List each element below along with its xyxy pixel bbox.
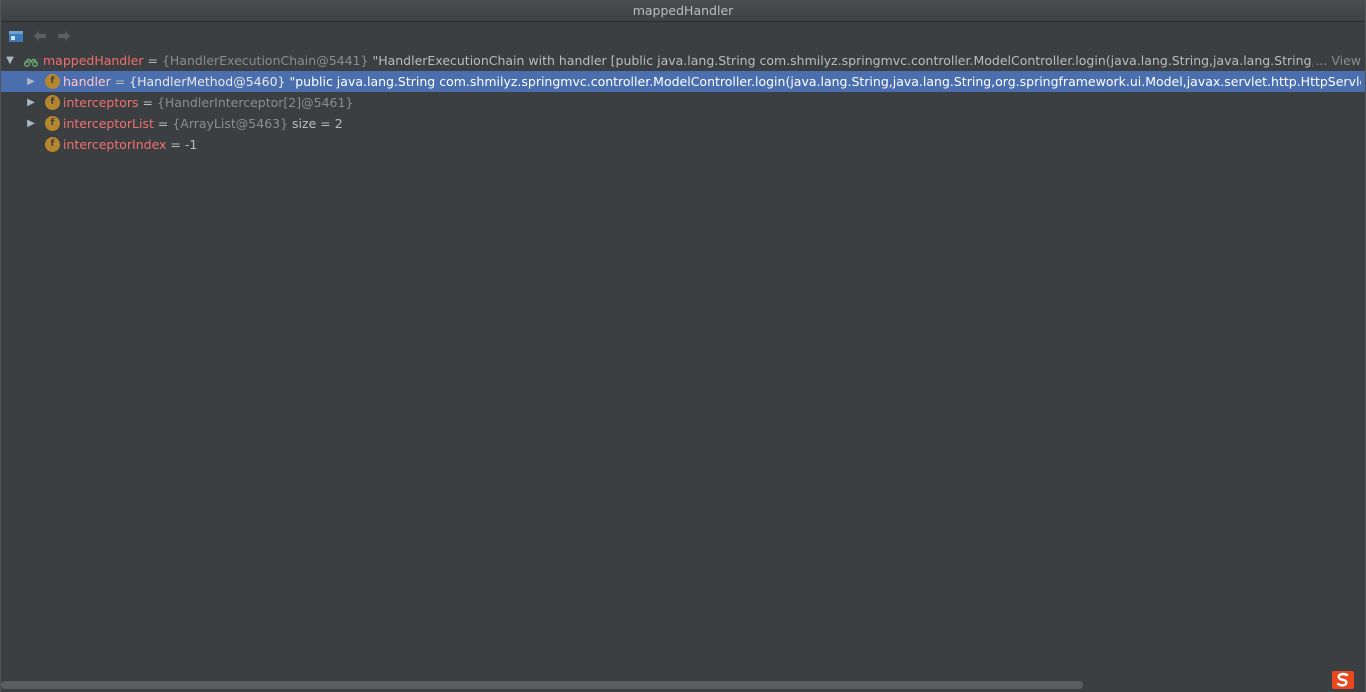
sogou-ime-logo-icon[interactable] (1331, 669, 1355, 691)
tree-row-content: interceptorIndex = -1 (63, 137, 198, 152)
arrow-right-icon[interactable] (55, 27, 73, 45)
variable-name: interceptors (63, 95, 139, 110)
tree-row-handler[interactable]: ▶ f handler = {HandlerMethod@5460} "publ… (1, 71, 1365, 92)
tree-row-content: interceptors = {HandlerInterceptor[2]@54… (63, 95, 354, 110)
debugger-window: mappedHandler ▼ mappedHandler = {Handler… (0, 0, 1366, 692)
variable-name: interceptorIndex (63, 137, 167, 152)
object-reference: {HandlerInterceptor[2]@5461} (156, 95, 354, 110)
tree-row-content: handler = {HandlerMethod@5460} "public j… (63, 71, 1361, 92)
object-reference: {HandlerExecutionChain@5441} (161, 53, 369, 68)
object-reference: {ArrayList@5463} (172, 116, 289, 131)
tree-row-content: mappedHandler = {HandlerExecutionChain@5… (43, 50, 1361, 71)
layout-icon[interactable] (7, 27, 25, 45)
watch-glasses-icon (23, 53, 38, 68)
variable-name: mappedHandler (43, 53, 144, 68)
horizontal-scrollbar[interactable] (1, 681, 1083, 689)
tree-row-content: interceptorList = {ArrayList@5463} size … (63, 116, 343, 131)
field-icon: f (45, 74, 60, 89)
variables-tree: ▼ mappedHandler = {HandlerExecutionChain… (1, 50, 1365, 155)
window-title: mappedHandler (1, 0, 1365, 22)
variable-value: "HandlerExecutionChain with handler [pub… (368, 53, 1361, 68)
field-icon: f (45, 137, 60, 152)
tree-row-interceptorList[interactable]: ▶ f interceptorList = {ArrayList@5463} s… (1, 113, 1365, 134)
collapsed-arrow-icon[interactable]: ▶ (25, 71, 37, 92)
collapsed-arrow-icon[interactable]: ▶ (25, 113, 37, 134)
field-icon: f (45, 95, 60, 110)
object-reference: {HandlerMethod@5460} (129, 74, 286, 89)
collapsed-arrow-icon[interactable]: ▶ (25, 92, 37, 113)
toolbar (1, 22, 1365, 50)
variable-value: -1 (184, 137, 198, 152)
tree-row-interceptors[interactable]: ▶ f interceptors = {HandlerInterceptor[2… (1, 92, 1365, 113)
expanded-arrow-icon[interactable]: ▼ (4, 50, 16, 71)
tree-row-mappedHandler[interactable]: ▼ mappedHandler = {HandlerExecutionChain… (1, 50, 1365, 71)
variable-name: handler (63, 74, 111, 89)
variable-name: interceptorList (63, 116, 154, 131)
arrow-left-icon[interactable] (31, 27, 49, 45)
field-icon: f (45, 116, 60, 131)
tree-row-interceptorIndex[interactable]: f interceptorIndex = -1 (1, 134, 1365, 155)
variable-value: "public java.lang.String com.shmilyz.spr… (285, 74, 1361, 89)
view-link[interactable]: ... View (1313, 50, 1361, 71)
variable-value: size = 2 (288, 116, 343, 131)
